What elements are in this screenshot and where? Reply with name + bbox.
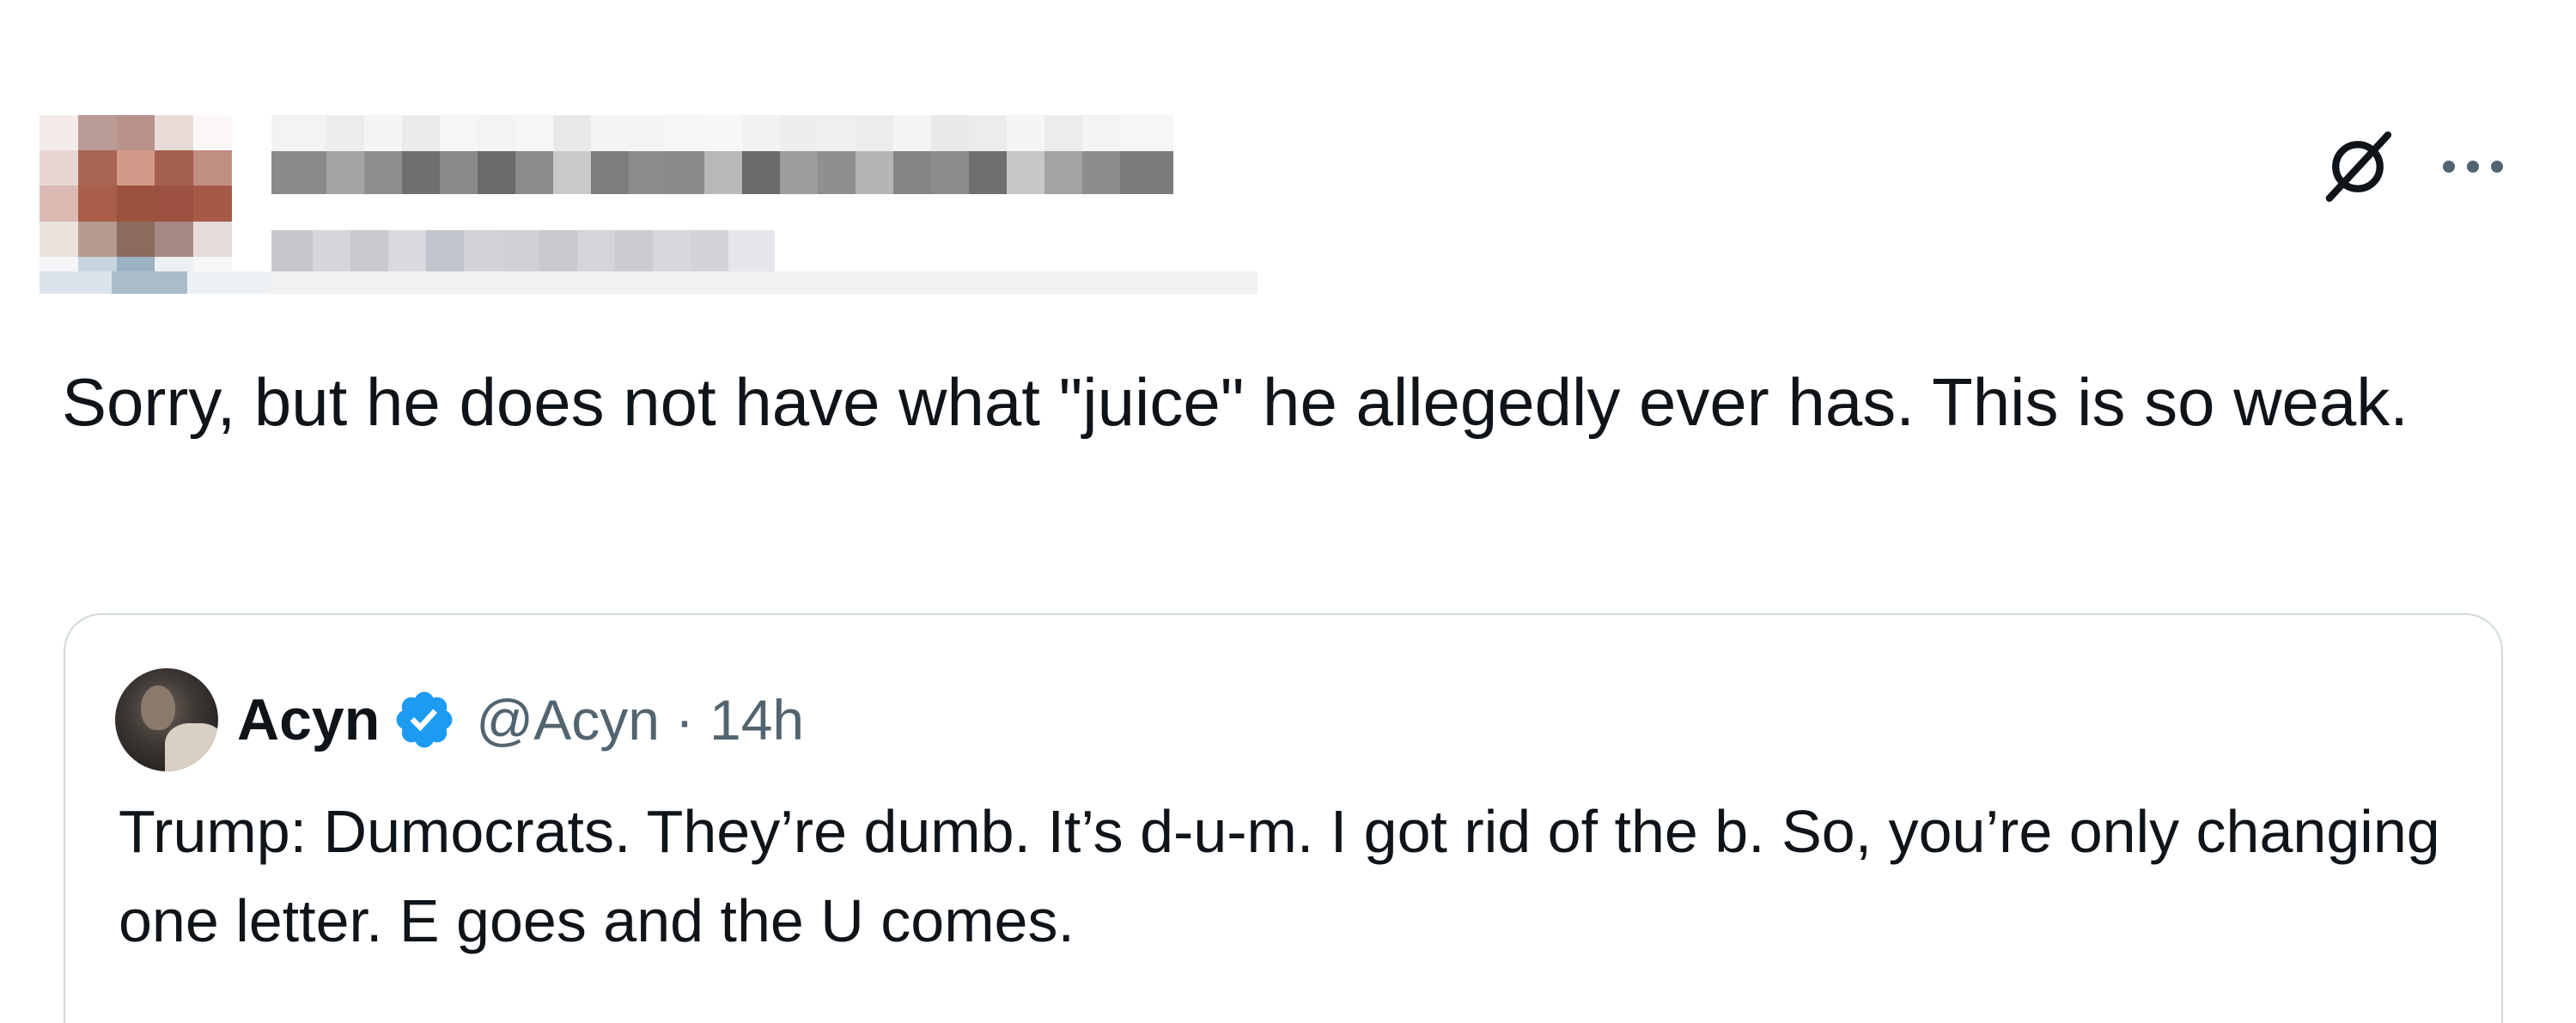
grok-icon[interactable] xyxy=(2318,127,2397,206)
author-name[interactable] xyxy=(271,151,1201,194)
author-avatar[interactable] xyxy=(40,115,232,292)
quoted-post-time[interactable]: 14h xyxy=(709,687,804,752)
author-handle[interactable] xyxy=(271,230,775,273)
quoted-post-header: Acyn @Acyn · 14h xyxy=(115,668,804,771)
quoted-author-name[interactable]: Acyn xyxy=(237,686,380,753)
verified-badge-icon[interactable] xyxy=(392,687,457,752)
quoted-author-handle[interactable]: @Acyn xyxy=(476,687,660,752)
post-text: Sorry, but he does not have what "juice"… xyxy=(62,364,2409,440)
quoted-post-text: Trump: Dumocrats. They’re dumb. It’s d-u… xyxy=(119,798,2440,954)
quoted-author-avatar[interactable] xyxy=(115,668,218,771)
post-header-actions xyxy=(2318,127,2507,206)
author-name-redacted xyxy=(271,115,1201,151)
post: Sorry, but he does not have what "juice"… xyxy=(0,0,2576,1023)
quoted-post[interactable]: Acyn @Acyn · 14h Trump: Dumocrats. They’… xyxy=(64,613,2503,1023)
more-icon[interactable] xyxy=(2439,156,2507,177)
author-meta-redacted xyxy=(40,271,1258,294)
meta-separator: · xyxy=(675,688,694,752)
